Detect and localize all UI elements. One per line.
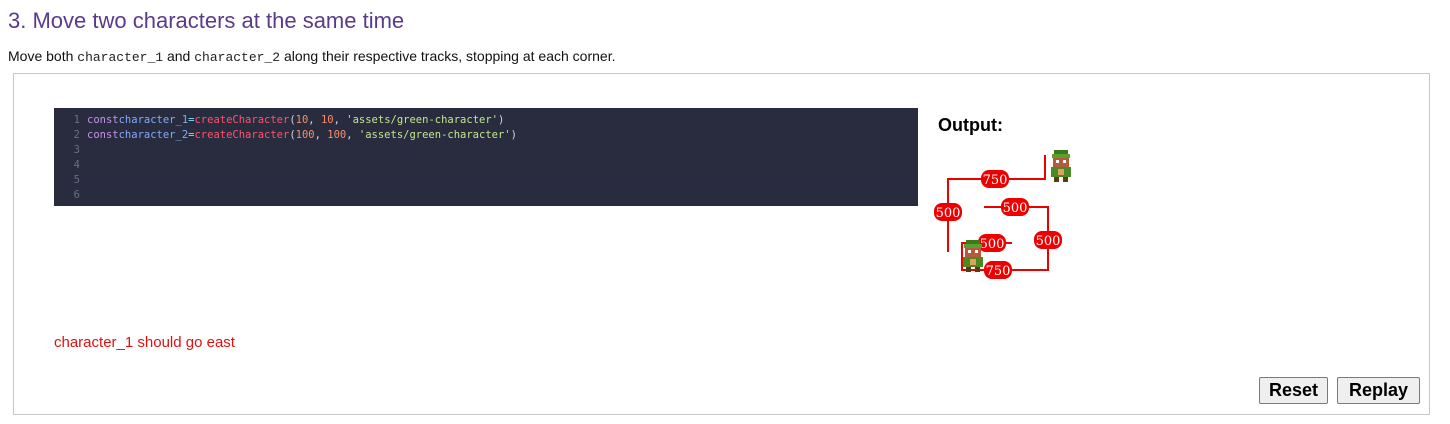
instructions-text-3: along their respective tracks, stopping … xyxy=(280,48,616,64)
line-number: 4 xyxy=(73,159,80,171)
code-line-5[interactable]: 5 xyxy=(54,173,918,188)
instructions: Move both character_1 and character_2 al… xyxy=(8,48,615,65)
code-function: createCharacter xyxy=(194,114,290,126)
svg-text:500: 500 xyxy=(1003,201,1028,216)
code-number: 10 xyxy=(295,114,309,126)
track-label-5: 500 xyxy=(1034,231,1062,249)
output-canvas: 750 500 500 500 500 750 xyxy=(934,150,1071,279)
code-editor[interactable]: 1 const character_1 = createCharacter(10,… xyxy=(54,108,918,206)
svg-text:500: 500 xyxy=(1036,234,1061,249)
code-number: 10 xyxy=(320,114,334,126)
code-variable: character_1 xyxy=(118,114,189,126)
code-line-1[interactable]: 1 const character_1 = createCharacter(10,… xyxy=(54,113,918,128)
code-line-2[interactable]: 2 const character_2 = createCharacter(100… xyxy=(54,128,918,143)
code-keyword: const xyxy=(87,114,119,126)
line-number: 3 xyxy=(73,144,80,156)
code-character-2: character_2 xyxy=(194,50,281,65)
track-label-4: 500 xyxy=(978,234,1006,252)
code-function: createCharacter xyxy=(194,129,290,141)
svg-text:500: 500 xyxy=(936,206,961,221)
instructions-text-1: Move both xyxy=(8,48,78,64)
instructions-text-2: and xyxy=(163,48,195,64)
code-string: 'assets/green-character' xyxy=(358,129,511,141)
code-keyword: const xyxy=(87,129,119,141)
code-number: 100 xyxy=(327,129,347,141)
line-number: 6 xyxy=(73,189,80,201)
error-message: character_1 should go east xyxy=(54,334,235,351)
track-label-6: 750 xyxy=(984,261,1012,279)
track-label-2: 500 xyxy=(934,203,962,221)
svg-text:750: 750 xyxy=(986,264,1011,279)
code-variable: character_2 xyxy=(118,129,189,141)
svg-text:500: 500 xyxy=(980,237,1005,252)
exercise-box: 1 const character_1 = createCharacter(10,… xyxy=(13,73,1430,415)
replay-button[interactable]: Replay xyxy=(1337,377,1420,404)
code-line-4[interactable]: 4 xyxy=(54,158,918,173)
code-character-1: character_1 xyxy=(77,50,164,65)
line-number: 1 xyxy=(73,114,80,126)
svg-text:750: 750 xyxy=(983,173,1008,188)
character-2-sprite xyxy=(1051,150,1071,182)
reset-button[interactable]: Reset xyxy=(1259,377,1328,404)
output-label: Output: xyxy=(938,115,1003,135)
code-line-6[interactable]: 6 xyxy=(54,188,918,203)
code-line-3[interactable]: 3 xyxy=(54,143,918,158)
code-number: 100 xyxy=(295,129,315,141)
section-title: 3. Move two characters at the same time xyxy=(8,8,405,33)
track-label-3: 500 xyxy=(1001,198,1029,216)
line-number: 2 xyxy=(73,129,80,141)
code-string: 'assets/green-character' xyxy=(346,114,498,126)
character-1-sprite xyxy=(963,240,983,272)
track-label-1: 750 xyxy=(981,170,1009,188)
line-number: 5 xyxy=(73,174,80,186)
